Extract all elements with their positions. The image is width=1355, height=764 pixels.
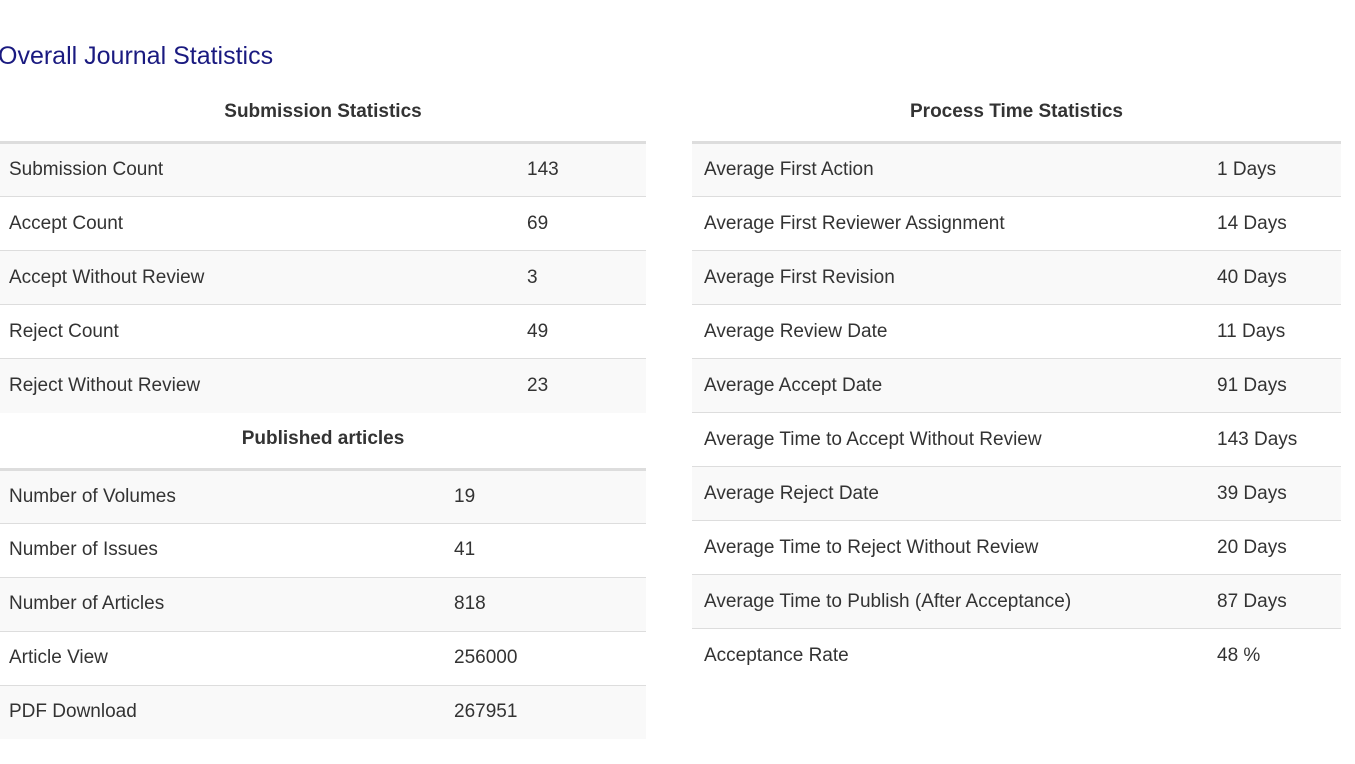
table-row: Average Time to Accept Without Review 14… [692,412,1341,467]
stat-label: Acceptance Rate [692,628,1217,683]
stat-value: 267951 [454,684,646,739]
stat-label: Average Time to Publish (After Acceptanc… [692,574,1217,629]
stat-value: 818 [454,576,646,631]
stat-label: Average Time to Accept Without Review [692,412,1217,467]
stat-label: Average Time to Reject Without Review [692,520,1217,575]
stat-value: 49 [527,304,646,359]
table-row: Number of Issues 41 [0,522,646,577]
table-row: Article View 256000 [0,630,646,685]
stat-value: 3 [527,250,646,305]
stat-label: Submission Count [0,141,527,197]
published-articles-table: Published articles Number of Volumes 19 … [0,423,646,739]
published-articles-caption: Published articles [241,427,405,449]
stat-label: Average Accept Date [692,358,1217,413]
stat-label: PDF Download [0,684,454,739]
stat-value: 87 Days [1217,574,1341,629]
table-row: Number of Volumes 19 [0,467,646,523]
table-row: Accept Without Review 3 [0,250,646,305]
stat-value: 11 Days [1217,304,1341,359]
stat-label: Number of Issues [0,522,454,577]
table-row: Average Accept Date 91 Days [692,358,1341,413]
stat-label: Average First Action [692,141,1217,197]
page-title: Overall Journal Statistics [0,42,274,70]
table-row: Accept Count 69 [0,196,646,251]
stat-value: 143 Days [1217,412,1341,467]
table-row: Average First Revision 40 Days [692,250,1341,305]
stat-value: 23 [527,358,646,413]
right-column: Process Time Statistics Average First Ac… [692,96,1341,683]
stat-label: Average First Revision [692,250,1217,305]
stat-value: 48 % [1217,628,1341,683]
process-time-statistics-caption: Process Time Statistics [910,101,1123,122]
stat-value: 1 Days [1217,141,1341,197]
stat-value: 143 [527,141,646,197]
table-row: Reject Without Review 23 [0,358,646,413]
stat-label: Accept Without Review [0,250,527,305]
left-column: Submission Statistics Submission Count 1… [0,96,646,739]
submission-statistics-table: Submission Statistics Submission Count 1… [0,96,646,413]
stat-value: 69 [527,196,646,251]
table-row: Submission Count 143 [0,141,646,197]
stat-label: Number of Volumes [0,467,454,523]
submission-statistics-caption: Submission Statistics [224,101,422,122]
table-row: Average First Reviewer Assignment 14 Day… [692,196,1341,251]
table-row: Acceptance Rate 48 % [692,628,1341,683]
stat-label: Article View [0,630,454,685]
table-row: PDF Download 267951 [0,684,646,739]
stat-value: 19 [454,467,646,523]
stat-label: Average First Reviewer Assignment [692,196,1217,251]
table-row: Reject Count 49 [0,304,646,359]
stat-value: 256000 [454,630,646,685]
table-row: Average Reject Date 39 Days [692,466,1341,521]
stat-label: Reject Count [0,304,527,359]
table-row: Average Time to Publish (After Acceptanc… [692,574,1341,629]
stat-value: 39 Days [1217,466,1341,521]
stat-value: 40 Days [1217,250,1341,305]
table-row: Average Time to Reject Without Review 20… [692,520,1341,575]
stat-value: 91 Days [1217,358,1341,413]
table-row: Average First Action 1 Days [692,141,1341,197]
stat-value: 14 Days [1217,196,1341,251]
process-time-statistics-table: Process Time Statistics Average First Ac… [692,96,1341,683]
stat-label: Reject Without Review [0,358,527,413]
stat-label: Number of Articles [0,576,454,631]
stat-label: Average Review Date [692,304,1217,359]
stat-label: Average Reject Date [692,466,1217,521]
table-row: Number of Articles 818 [0,576,646,631]
stat-value: 20 Days [1217,520,1341,575]
stat-value: 41 [454,522,646,577]
stat-label: Accept Count [0,196,527,251]
table-row: Average Review Date 11 Days [692,304,1341,359]
